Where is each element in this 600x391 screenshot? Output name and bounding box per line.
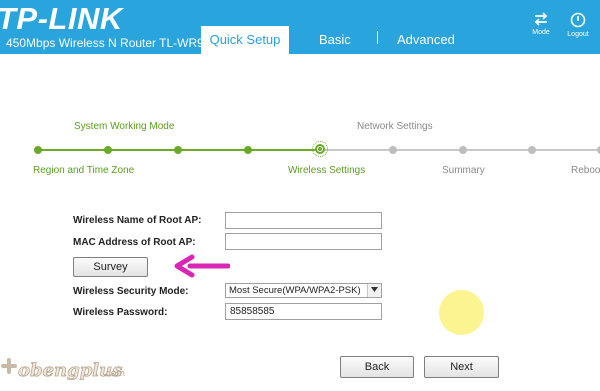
logout-label: Logout <box>567 31 589 38</box>
step-label-region-time-zone: Region and Time Zone <box>33 165 135 176</box>
chevron-down-icon <box>367 284 381 297</box>
annotation-arrow-icon <box>174 254 230 278</box>
mode-label: Mode <box>532 29 550 36</box>
step-dot-7 <box>459 146 467 154</box>
step-dot-4 <box>244 146 252 154</box>
step-label-reboot: Reboo <box>571 165 600 176</box>
tab-basic[interactable]: Basic <box>319 32 351 47</box>
swap-arrows-icon <box>534 12 548 26</box>
step-dot-current <box>315 144 325 154</box>
step-label-system-working-mode: System Working Mode <box>74 121 175 132</box>
wireless-password-label: Wireless Password: <box>73 307 168 318</box>
cursor-highlight <box>439 290 484 335</box>
svg-text:.com: .com <box>103 369 125 379</box>
step-dot-8 <box>528 146 536 154</box>
security-mode-value: Most Secure(WPA/WPA2-PSK) <box>229 285 361 296</box>
step-label-summary: Summary <box>442 165 485 176</box>
root-ap-name-label: Wireless Name of Root AP: <box>73 215 202 226</box>
wireless-password-input[interactable] <box>225 303 382 320</box>
tab-divider <box>377 31 378 44</box>
step-dot-3 <box>174 146 182 154</box>
survey-button[interactable]: Survey <box>73 257 148 277</box>
root-ap-mac-input[interactable] <box>225 233 382 250</box>
tab-advanced[interactable]: Advanced <box>397 32 455 47</box>
step-dot-6 <box>389 146 397 154</box>
tab-quick-setup[interactable]: Quick Setup <box>201 26 289 54</box>
root-ap-mac-label: MAC Address of Root AP: <box>73 237 196 248</box>
security-mode-label: Wireless Security Mode: <box>73 286 189 297</box>
power-icon <box>570 12 586 28</box>
top-header: TP-LINK 450Mbps Wireless N Router TL-WR9… <box>0 0 600 54</box>
step-label-network-settings: Network Settings <box>357 121 433 132</box>
step-dot-1 <box>34 146 42 154</box>
back-button[interactable]: Back <box>340 356 414 378</box>
step-dot-2 <box>104 146 112 154</box>
tp-link-logo: TP-LINK <box>0 1 123 36</box>
router-model-label: 450Mbps Wireless N Router TL-WR941HP <box>6 36 234 50</box>
watermark-logo: obengplus .com <box>1 358 125 381</box>
security-mode-select[interactable]: Most Secure(WPA/WPA2-PSK) <box>225 283 382 298</box>
root-ap-name-input[interactable] <box>225 212 382 229</box>
next-button[interactable]: Next <box>424 356 499 378</box>
mode-button[interactable]: Mode <box>521 12 561 36</box>
logout-button[interactable]: Logout <box>558 12 598 38</box>
step-label-wireless-settings: Wireless Settings <box>288 165 366 176</box>
